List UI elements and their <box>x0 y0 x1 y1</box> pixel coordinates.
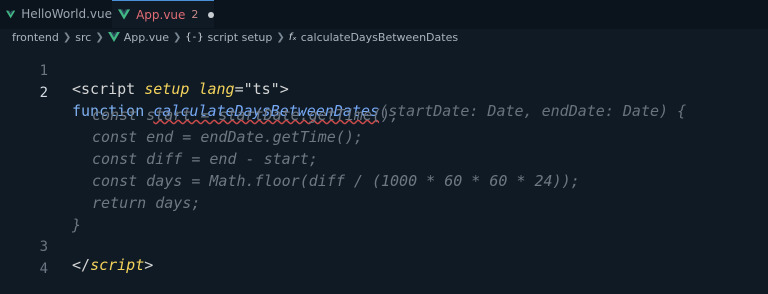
ghost-line: } <box>0 196 768 234</box>
line-number: 4 <box>39 261 48 277</box>
tab-helloworld-vue[interactable]: HelloWorld.vue <box>0 0 112 28</box>
ghost-line: const start = startDate.getTime(); <box>0 86 768 124</box>
vue-file-icon <box>107 32 120 42</box>
tab-label: HelloWorld.vue <box>21 7 112 21</box>
function-icon: fₓ <box>288 31 297 43</box>
code-editor[interactable]: 1 <script setup lang="ts"> 2 function ca… <box>0 42 768 277</box>
problem-count-badge: 2 <box>191 8 199 21</box>
braces-icon: {-} <box>185 31 204 43</box>
ghost-line: const end = endDate.getTime(); <box>0 108 768 146</box>
code-line: 3 </script> <box>0 218 768 274</box>
chevron-right-icon: ❯ <box>62 31 72 43</box>
chevron-right-icon: ❯ <box>95 31 104 43</box>
chevron-right-icon: ❯ <box>276 31 285 43</box>
chevron-right-icon: ❯ <box>172 31 182 43</box>
tab-app-vue[interactable]: App.vue 2 <box>112 0 214 28</box>
ghost-line: const diff = end - start; <box>0 130 768 168</box>
vue-file-icon <box>6 10 16 18</box>
vue-file-icon <box>118 9 131 20</box>
code-line: 4 <box>0 240 768 277</box>
code-line-active: 2 function calculateDaysBetweenDates(sta… <box>0 64 768 120</box>
unsaved-dot-icon[interactable] <box>208 11 214 18</box>
tab-label: App.vue <box>136 7 186 22</box>
ghost-line: const days = Math.floor(diff / (1000 * 6… <box>0 152 768 190</box>
ghost-line: return days; <box>0 174 768 212</box>
tab-bar: HelloWorld.vue App.vue 2 <box>0 0 768 29</box>
code-line: 1 <script setup lang="ts"> <box>0 42 768 98</box>
